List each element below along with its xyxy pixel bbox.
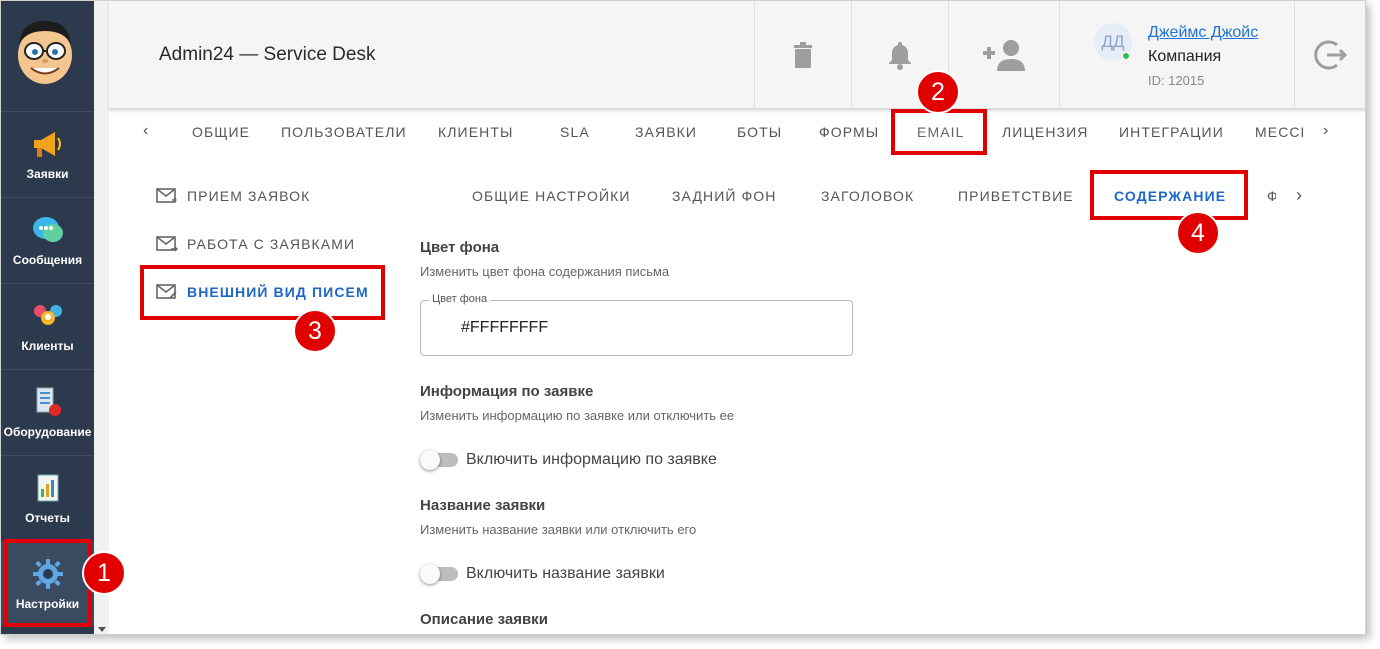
menu-item-label: ПРИЕМ ЗАЯВОК	[187, 188, 311, 204]
section-title: Описание заявки	[420, 611, 548, 628]
toggle-knob	[420, 450, 440, 470]
clients-icon	[31, 299, 65, 333]
annotation-box-2	[891, 109, 987, 155]
subtab-greeting[interactable]: ПРИВЕТСТВИЕ	[958, 188, 1074, 204]
annotation-badge-1: 1	[82, 551, 126, 595]
mail-icon	[156, 188, 177, 203]
tab-clients[interactable]: КЛИЕНТЫ	[438, 124, 514, 140]
tab-sla[interactable]: SLA	[560, 124, 590, 140]
sidebar-item-label: Заявки	[26, 167, 69, 181]
field-label: Цвет фона	[429, 293, 491, 305]
user-company: Компания	[1148, 48, 1222, 65]
header: Admin24 — Service Desk ДД Джеймс Джойс К…	[109, 1, 1365, 109]
menu-item-receive-tickets[interactable]: ПРИЕМ ЗАЯВОК	[156, 187, 310, 205]
user-id: ID: 12015	[1148, 73, 1205, 88]
tab-tickets[interactable]: ЗАЯВКИ	[635, 124, 697, 140]
trash-icon	[794, 42, 812, 68]
subtab-general-settings[interactable]: ОБЩИЕ НАСТРОЙКИ	[472, 188, 631, 204]
sidebar-item-label: Оборудование	[3, 425, 92, 439]
megaphone-icon	[31, 127, 65, 161]
logout-icon	[1314, 40, 1348, 70]
sidebar-scrollbar[interactable]	[94, 1, 109, 634]
annotation-badge-4: 4	[1176, 211, 1220, 255]
sidebar-item-tickets[interactable]: Заявки	[1, 111, 94, 196]
chevron-right-icon[interactable]: ›	[1296, 185, 1302, 206]
sidebar-item-reports[interactable]: Отчеты	[1, 455, 94, 540]
section-title: Название заявки	[420, 497, 546, 514]
annotation-box-3	[140, 265, 385, 320]
page-title: Admin24 — Service Desk	[159, 44, 376, 65]
online-status-dot	[1122, 52, 1130, 60]
section-title: Цвет фона	[420, 239, 500, 256]
section-title: Информация по заявке	[420, 383, 594, 400]
delete-button[interactable]	[754, 1, 851, 109]
section-description: Изменить цвет фона содержания письма	[420, 264, 670, 279]
bell-icon	[889, 42, 911, 70]
sidebar-item-clients[interactable]: Клиенты	[1, 283, 94, 368]
add-user-icon	[983, 40, 1025, 71]
equipment-icon	[31, 385, 65, 419]
annotation-badge-2: 2	[916, 70, 960, 114]
user-profile: ДД Джеймс Джойс Компания ID: 12015	[1059, 1, 1294, 109]
report-icon	[31, 471, 65, 505]
toggle-label: Включить информацию по заявке	[466, 451, 717, 468]
menu-item-ticket-work[interactable]: РАБОТА С ЗАЯВКАМИ	[156, 235, 355, 253]
ticket-info-toggle[interactable]	[420, 448, 458, 472]
logout-button[interactable]	[1294, 1, 1365, 109]
tab-messengers[interactable]: МЕССЕ	[1255, 124, 1303, 140]
annotation-badge-3: 3	[293, 309, 337, 353]
tab-integrations[interactable]: ИНТЕГРАЦИИ	[1119, 124, 1224, 140]
user-name-link[interactable]: Джеймс Джойс	[1148, 24, 1258, 42]
app-window: Заявки Сообщения Клиенты Оборудование От…	[0, 0, 1366, 635]
bg-color-field[interactable]: Цвет фона #FFFFFFFF	[420, 293, 853, 356]
menu-item-label: РАБОТА С ЗАЯВКАМИ	[187, 236, 356, 252]
field-value[interactable]: #FFFFFFFF	[461, 319, 548, 337]
settings-tabs: ‹ ОБЩИЕ ПОЛЬЗОВАТЕЛИ КЛИЕНТЫ SLA ЗАЯВКИ …	[109, 114, 1365, 150]
tab-bots[interactable]: БОТЫ	[737, 124, 782, 140]
tab-general[interactable]: ОБЩИЕ	[192, 124, 250, 140]
sidebar-item-label: Отчеты	[25, 511, 70, 525]
subtab-footer[interactable]: Ф	[1267, 188, 1276, 204]
ticket-name-toggle[interactable]	[420, 562, 458, 586]
section-description: Изменить название заявки или отключить е…	[420, 522, 697, 537]
mascot-logo	[18, 21, 72, 84]
tab-users[interactable]: ПОЛЬЗОВАТЕЛИ	[281, 124, 407, 140]
annotation-box-1	[4, 539, 92, 627]
mail-forward-icon	[156, 236, 178, 252]
subtab-header[interactable]: ЗАГОЛОВОК	[821, 188, 914, 204]
chevron-left-icon[interactable]: ‹	[143, 122, 148, 140]
annotation-box-4	[1090, 170, 1248, 220]
sidebar-item-equipment[interactable]: Оборудование	[1, 369, 94, 454]
section-description: Изменить информацию по заявке или отключ…	[420, 408, 735, 423]
chevron-right-icon[interactable]: ›	[1323, 122, 1328, 140]
toggle-label: Включить название заявки	[466, 565, 665, 582]
sidebar-item-label: Клиенты	[21, 339, 74, 353]
tab-license[interactable]: ЛИЦЕНЗИЯ	[1002, 124, 1088, 140]
chat-icon	[31, 213, 65, 247]
tab-forms[interactable]: ФОРМЫ	[819, 124, 879, 140]
toggle-knob	[420, 564, 440, 584]
subtab-background[interactable]: ЗАДНИЙ ФОН	[672, 188, 777, 204]
scroll-down-icon[interactable]	[98, 627, 106, 632]
add-user-button[interactable]	[948, 1, 1059, 109]
sidebar-item-label: Сообщения	[12, 253, 83, 267]
sidebar-item-messages[interactable]: Сообщения	[1, 197, 94, 282]
